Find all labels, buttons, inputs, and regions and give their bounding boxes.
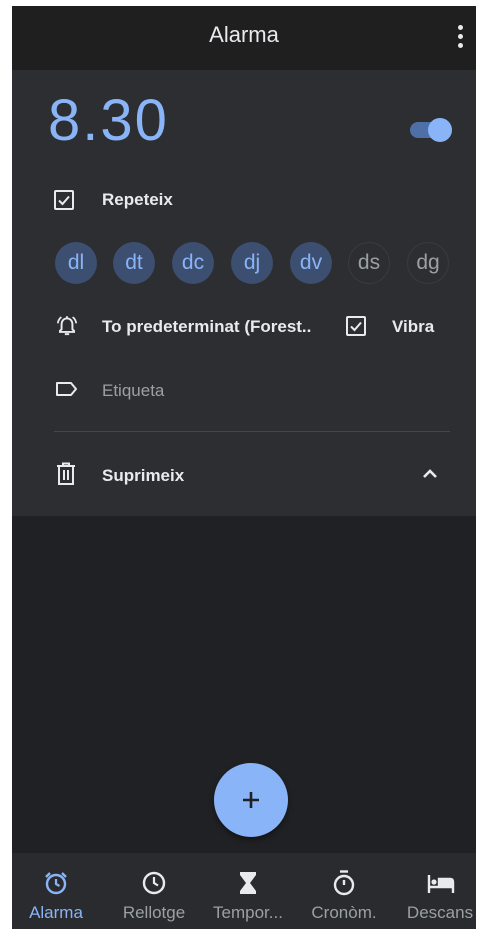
nav-label: Tempor...	[213, 903, 283, 922]
vibrate-checkbox[interactable]	[346, 316, 366, 336]
chevron-up-icon[interactable]	[420, 464, 444, 488]
nav-tab-clock[interactable]: Rellotge	[106, 853, 202, 929]
day-chip-ds[interactable]: ds	[348, 242, 390, 284]
more-options-icon[interactable]	[454, 22, 466, 50]
repeat-checkbox[interactable]	[54, 190, 74, 210]
nav-label: Descans	[406, 903, 474, 922]
alarm-bell-icon	[54, 313, 78, 337]
bed-icon	[426, 869, 455, 897]
nav-tab-bedtime[interactable]: Descans	[392, 853, 476, 929]
page-title: Alarma	[209, 22, 279, 47]
app-bar: Alarma	[12, 6, 476, 70]
vibrate-label: Vibra	[392, 317, 435, 336]
day-chip-dl[interactable]: dl	[55, 242, 97, 284]
day-chip-dj[interactable]: dj	[231, 242, 273, 284]
nav-label: Alarma	[29, 903, 83, 922]
clock-icon	[140, 869, 168, 897]
plus-icon	[243, 792, 259, 808]
nav-label: Rellotge	[122, 903, 186, 922]
day-chip-dg[interactable]: dg	[407, 242, 449, 284]
nav-tab-timer[interactable]: Tempor...	[200, 853, 296, 929]
nav-tab-alarm[interactable]: Alarma	[12, 853, 104, 929]
bottom-navigation: Alarma Rellotge Tempor... Cronòm. Descan…	[12, 853, 476, 929]
add-alarm-button[interactable]	[214, 763, 288, 837]
day-chip-dt[interactable]: dt	[113, 242, 155, 284]
stopwatch-icon	[330, 869, 358, 897]
alarm-toggle[interactable]	[410, 116, 454, 144]
nav-tab-stopwatch[interactable]: Cronòm.	[296, 853, 392, 929]
app-screen: Alarma 8.30 Repeteix dl dt dc dj dv ds dg To p…	[12, 6, 476, 929]
repeat-label: Repeteix	[102, 190, 173, 209]
trash-icon[interactable]	[54, 461, 78, 485]
hourglass-icon	[234, 869, 262, 897]
delete-label[interactable]: Suprimeix	[102, 466, 184, 486]
nav-label: Cronòm.	[311, 903, 377, 922]
ringtone-label[interactable]: To predeterminat (Forest..	[102, 317, 342, 337]
label-field[interactable]: Etiqueta	[102, 381, 164, 401]
day-chip-dv[interactable]: dv	[290, 242, 332, 284]
day-chip-dc[interactable]: dc	[172, 242, 214, 284]
alarm-time[interactable]: 8.30	[48, 92, 169, 150]
label-tag-icon	[54, 377, 78, 401]
alarm-icon	[42, 869, 70, 897]
divider	[54, 431, 450, 432]
